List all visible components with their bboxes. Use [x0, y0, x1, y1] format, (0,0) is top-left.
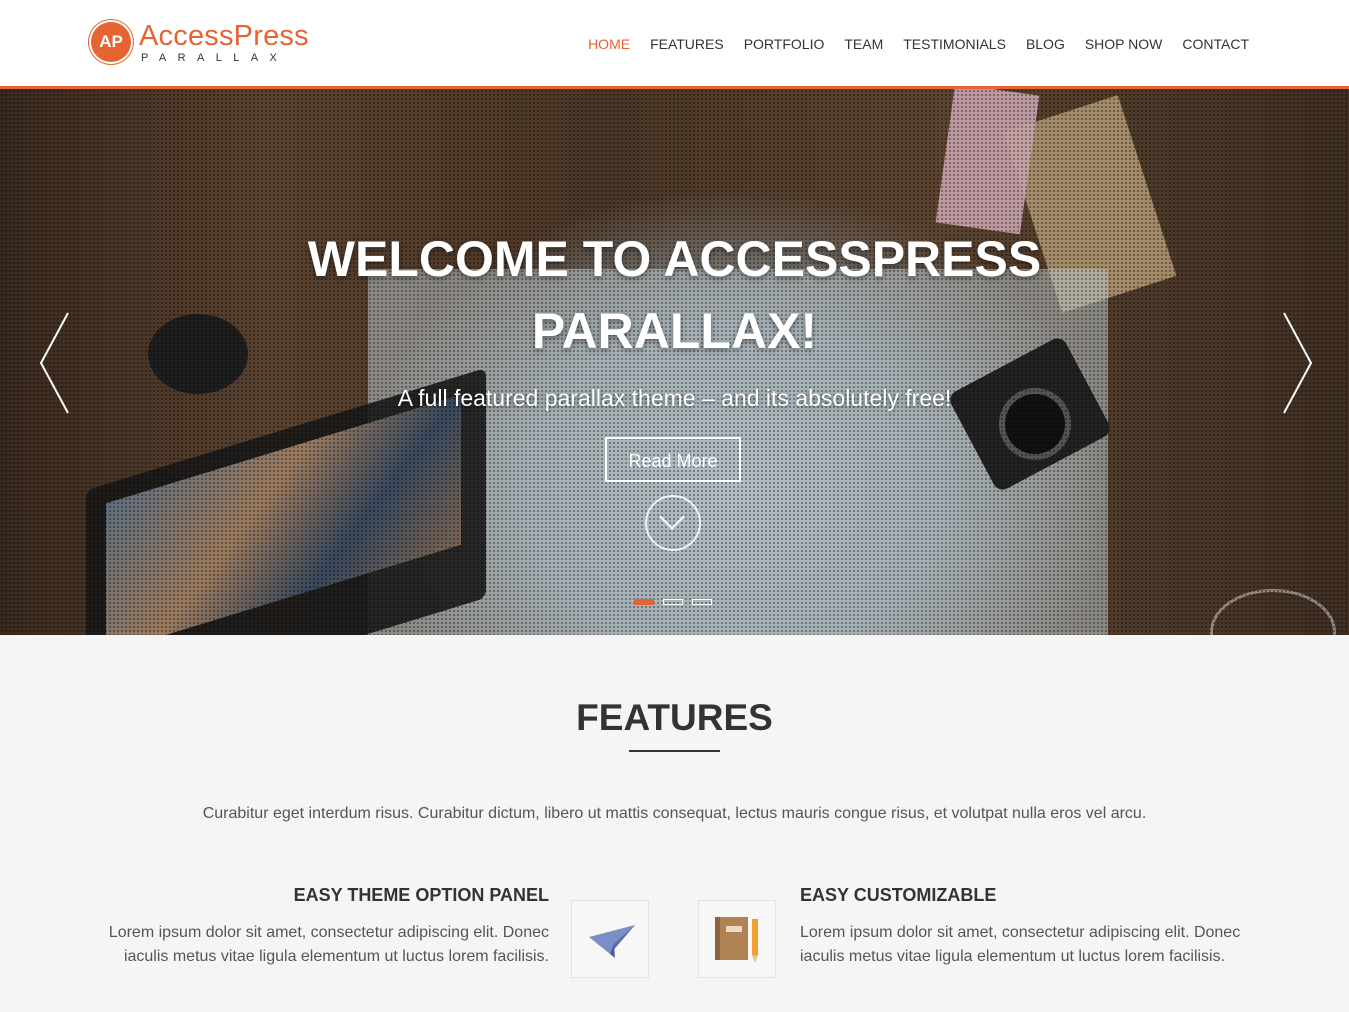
- chevron-left-icon[interactable]: [38, 311, 72, 415]
- site-header: AP AccessPress PARALLAX HOME FEATURES PO…: [0, 0, 1349, 89]
- hero-title-line1: WELCOME TO ACCESSPRESS: [307, 231, 1042, 287]
- feature-text-theme-option: Lorem ipsum dolor sit amet, consectetur …: [108, 924, 549, 965]
- nav-item-features[interactable]: FEATURES: [650, 35, 724, 53]
- features-divider: [629, 750, 720, 752]
- hero-title-line2: PARALLAX!: [531, 303, 818, 359]
- feature-title-customizable: EASY CUSTOMIZABLE: [800, 885, 997, 905]
- slider-dot-1[interactable]: [634, 599, 654, 605]
- feature-title-theme-option: EASY THEME OPTION PANEL: [293, 885, 549, 905]
- nav-item-shop-now[interactable]: SHOP NOW: [1085, 35, 1163, 53]
- nav-item-home[interactable]: HOME: [588, 35, 630, 53]
- features-section: FEATURES Curabitur eget interdum risus. …: [0, 635, 1349, 1012]
- logo-badge: AP: [91, 22, 131, 62]
- site-logo[interactable]: AP AccessPress PARALLAX: [91, 20, 321, 68]
- chevron-down-circle-icon[interactable]: [645, 495, 701, 551]
- feature-text-customizable: Lorem ipsum dolor sit amet, consectetur …: [800, 924, 1241, 965]
- hero-subtitle: A full featured parallax theme – and its…: [397, 385, 952, 411]
- logo-title: AccessPress: [139, 20, 309, 52]
- nav-item-team[interactable]: TEAM: [844, 35, 883, 53]
- slider-pager: [634, 599, 712, 605]
- paper-plane-icon: [571, 900, 649, 978]
- nav-item-contact[interactable]: CONTACT: [1182, 35, 1249, 53]
- slider-dot-3[interactable]: [692, 599, 712, 605]
- logo-subtitle: PARALLAX: [141, 52, 289, 64]
- notebook-pencil-icon: [698, 900, 776, 978]
- slider-dot-2[interactable]: [663, 599, 683, 605]
- nav-item-blog[interactable]: BLOG: [1026, 35, 1065, 53]
- features-title: FEATURES: [576, 697, 773, 738]
- hero-slider: WELCOME TO ACCESSPRESS PARALLAX! A full …: [0, 89, 1349, 635]
- nav-item-testimonials[interactable]: TESTIMONIALS: [903, 35, 1006, 53]
- read-more-button[interactable]: Read More: [605, 437, 741, 482]
- features-description: Curabitur eget interdum risus. Curabitur…: [202, 805, 1147, 822]
- chevron-right-icon[interactable]: [1280, 311, 1314, 415]
- nav-item-portfolio[interactable]: PORTFOLIO: [744, 35, 825, 53]
- hero-title: WELCOME TO ACCESSPRESS PARALLAX!: [0, 223, 1349, 367]
- main-nav: HOME FEATURES PORTFOLIO TEAM TESTIMONIAL…: [588, 35, 1249, 53]
